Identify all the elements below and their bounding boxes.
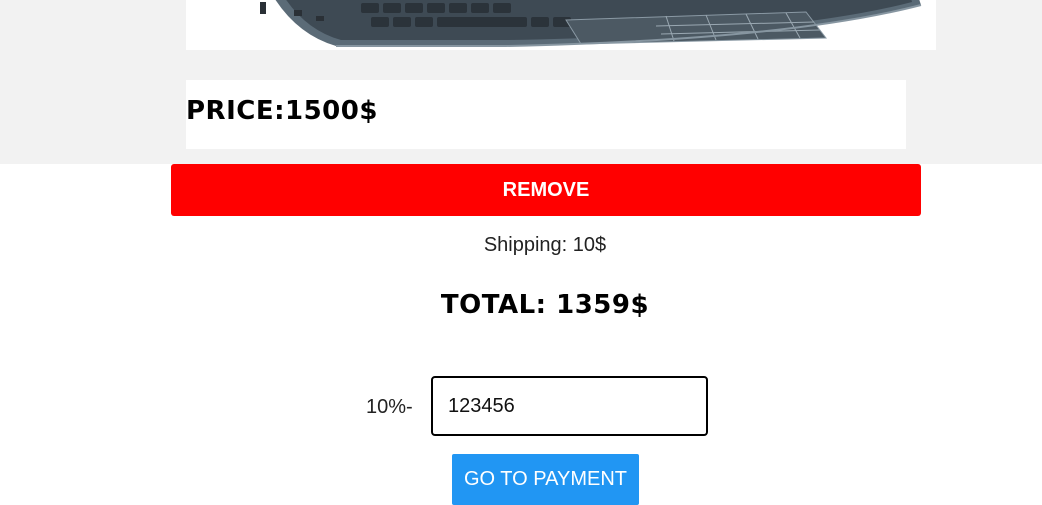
order-total: TOTAL: 1359$: [440, 290, 650, 320]
coupon-input[interactable]: [431, 376, 708, 436]
discount-label: 10%-: [366, 396, 413, 418]
laptop-icon: [260, 0, 922, 47]
product-image: [186, 0, 936, 50]
product-price: PRICE:1500$: [186, 96, 378, 126]
price-box: PRICE:1500$: [186, 80, 906, 149]
go-to-payment-button[interactable]: GO TO PAYMENT: [452, 454, 639, 505]
shipping-cost: Shipping: 10$: [483, 234, 607, 256]
remove-button[interactable]: REMOVE: [171, 164, 921, 216]
